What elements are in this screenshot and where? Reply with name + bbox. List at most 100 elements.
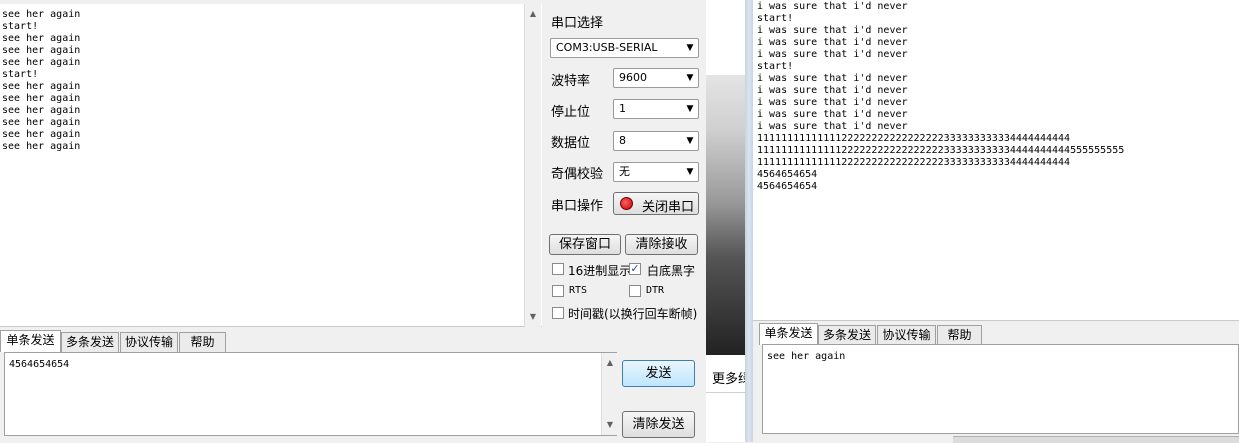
log-line: see her again — [2, 117, 81, 128]
data-bits-label: 数据位 — [551, 136, 591, 151]
log-line: i was sure that i'd never — [757, 97, 908, 108]
tab-help[interactable]: 帮助 — [179, 332, 226, 352]
scroll-down-icon[interactable]: ▼ — [525, 309, 541, 325]
baud-select[interactable]: 9600 ▼ — [613, 68, 699, 88]
log-line: see her again — [2, 57, 81, 68]
parity-label: 奇偶校验 — [551, 167, 604, 182]
log-line: see her again — [2, 129, 81, 140]
scroll-up-icon[interactable]: ▲ — [602, 355, 618, 371]
tab-help[interactable]: 帮助 — [937, 325, 982, 345]
stop-bits-label: 停止位 — [551, 105, 591, 120]
scroll-down-icon[interactable]: ▼ — [602, 417, 618, 433]
right-serial-window: i was sure that i'd never start! i was sur… — [753, 0, 1239, 443]
tab-multi-send[interactable]: 多条发送 — [818, 325, 876, 345]
chevron-down-icon: ▼ — [686, 167, 694, 177]
tab-label: 帮助 — [947, 328, 972, 342]
log-line: start! — [2, 69, 39, 80]
left-send-input[interactable]: 4564654654 ▲ ▼ — [4, 352, 618, 436]
log-line: start! — [757, 13, 794, 24]
send-label: 发送 — [645, 366, 672, 381]
stop-bits-value: 1 — [619, 102, 626, 115]
log-line: i was sure that i'd never — [757, 121, 908, 132]
send-button[interactable]: 发送 — [622, 360, 695, 387]
timestamp-checkbox[interactable] — [552, 307, 564, 319]
port-select-label: 串口选择 — [551, 16, 604, 31]
right-send-text: see her again — [767, 351, 846, 362]
log-line: i was sure that i'd never — [757, 1, 908, 12]
left-receive-area[interactable]: see her again start! see her again see her … — [0, 4, 542, 327]
save-window-button[interactable]: 保存窗口 — [549, 234, 621, 255]
port-op-label: 串口操作 — [551, 199, 604, 214]
log-line: 4564654654 — [757, 181, 818, 192]
baud-select-value: 9600 — [619, 71, 647, 84]
tab-multi-send[interactable]: 多条发送 — [61, 332, 119, 352]
clear-receive-button[interactable]: 清除接收 — [625, 234, 698, 255]
dtr-label: DTR — [646, 285, 665, 296]
white-bg-label: 白底黑字 — [647, 264, 696, 278]
tab-label: 协议传输 — [124, 335, 173, 349]
tab-single-send[interactable]: 单条发送 — [759, 323, 818, 345]
stop-bits-select[interactable]: 1 ▼ — [613, 99, 699, 119]
tab-single-send[interactable]: 单条发送 — [0, 330, 61, 352]
left-receive-scrollbar[interactable]: ▲ ▼ — [524, 4, 541, 327]
log-line: start! — [2, 21, 39, 32]
parity-value: 无 — [619, 165, 630, 178]
log-line: see her again — [2, 45, 81, 56]
save-window-label: 保存窗口 — [558, 237, 611, 252]
log-line: i was sure that i'd never — [757, 73, 908, 84]
log-line: 1111111111111122222222222222222333333333… — [757, 157, 1071, 168]
parity-select[interactable]: 无 ▼ — [613, 162, 699, 182]
log-line: i was sure that i'd never — [757, 49, 908, 60]
close-port-label: 关闭串口 — [642, 200, 695, 215]
clear-send-button[interactable]: 清除发送 — [622, 411, 695, 438]
chevron-down-icon: ▼ — [686, 104, 694, 114]
tab-label: 多条发送 — [822, 328, 871, 342]
red-led-icon — [620, 197, 633, 210]
right-receive-text: i was sure that i'd never start! i was sur… — [757, 1, 1124, 193]
chevron-down-icon: ▼ — [686, 73, 694, 83]
log-line: i was sure that i'd never — [757, 25, 908, 36]
close-port-button[interactable]: 关闭串口 — [613, 192, 699, 215]
log-line: see her again — [2, 105, 81, 116]
log-line: 1111111111111122222222222222222333333333… — [757, 145, 1125, 156]
scroll-up-icon[interactable]: ▲ — [525, 6, 541, 22]
right-window-frame — [745, 0, 753, 442]
checkmark-icon: ✓ — [630, 262, 640, 275]
log-line: start! — [757, 61, 794, 72]
baud-label: 波特率 — [551, 74, 591, 89]
log-line: see her again — [2, 93, 81, 104]
chevron-down-icon: ▼ — [686, 43, 694, 53]
right-send-input[interactable]: see her again — [762, 344, 1239, 434]
data-bits-select[interactable]: 8 ▼ — [613, 131, 699, 151]
tab-label: 单条发送 — [6, 333, 55, 347]
tab-label: 协议传输 — [882, 328, 931, 342]
log-line: see her again — [2, 9, 81, 20]
tab-label: 帮助 — [190, 335, 215, 349]
log-line: i was sure that i'd never — [757, 85, 908, 96]
right-receive-area[interactable]: i was sure that i'd never start! i was sur… — [753, 0, 1239, 321]
hex-display-label: 16进制显示 — [568, 264, 632, 278]
hex-display-checkbox[interactable] — [552, 263, 564, 275]
rts-checkbox[interactable] — [552, 285, 564, 297]
tab-label: 单条发送 — [764, 326, 813, 340]
port-select[interactable]: COM3:USB-SERIAL ▼ — [550, 38, 699, 58]
left-serial-window: see her again start! see her again see her … — [0, 0, 706, 442]
log-line: 1111111111111122222222222222222333333333… — [757, 133, 1071, 144]
tab-protocol[interactable]: 协议传输 — [120, 332, 178, 352]
port-select-value: COM3:USB-SERIAL — [556, 41, 658, 54]
data-bits-value: 8 — [619, 134, 626, 147]
clear-send-label: 清除发送 — [632, 417, 685, 432]
log-line: see her again — [2, 81, 81, 92]
left-send-scrollbar[interactable]: ▲ ▼ — [601, 353, 618, 435]
clear-receive-label: 清除接收 — [635, 237, 688, 252]
white-bg-checkbox[interactable]: ✓ — [629, 263, 641, 275]
log-line: see her again — [2, 33, 81, 44]
left-send-text: 4564654654 — [9, 359, 70, 370]
log-line: i was sure that i'd never — [757, 109, 908, 120]
rts-label: RTS — [569, 285, 588, 296]
tab-label: 多条发送 — [65, 335, 114, 349]
timestamp-label: 时间戳(以换行回车断帧) — [568, 307, 698, 321]
log-line: see her again — [2, 141, 81, 152]
dtr-checkbox[interactable] — [629, 285, 641, 297]
tab-protocol[interactable]: 协议传输 — [877, 325, 936, 345]
